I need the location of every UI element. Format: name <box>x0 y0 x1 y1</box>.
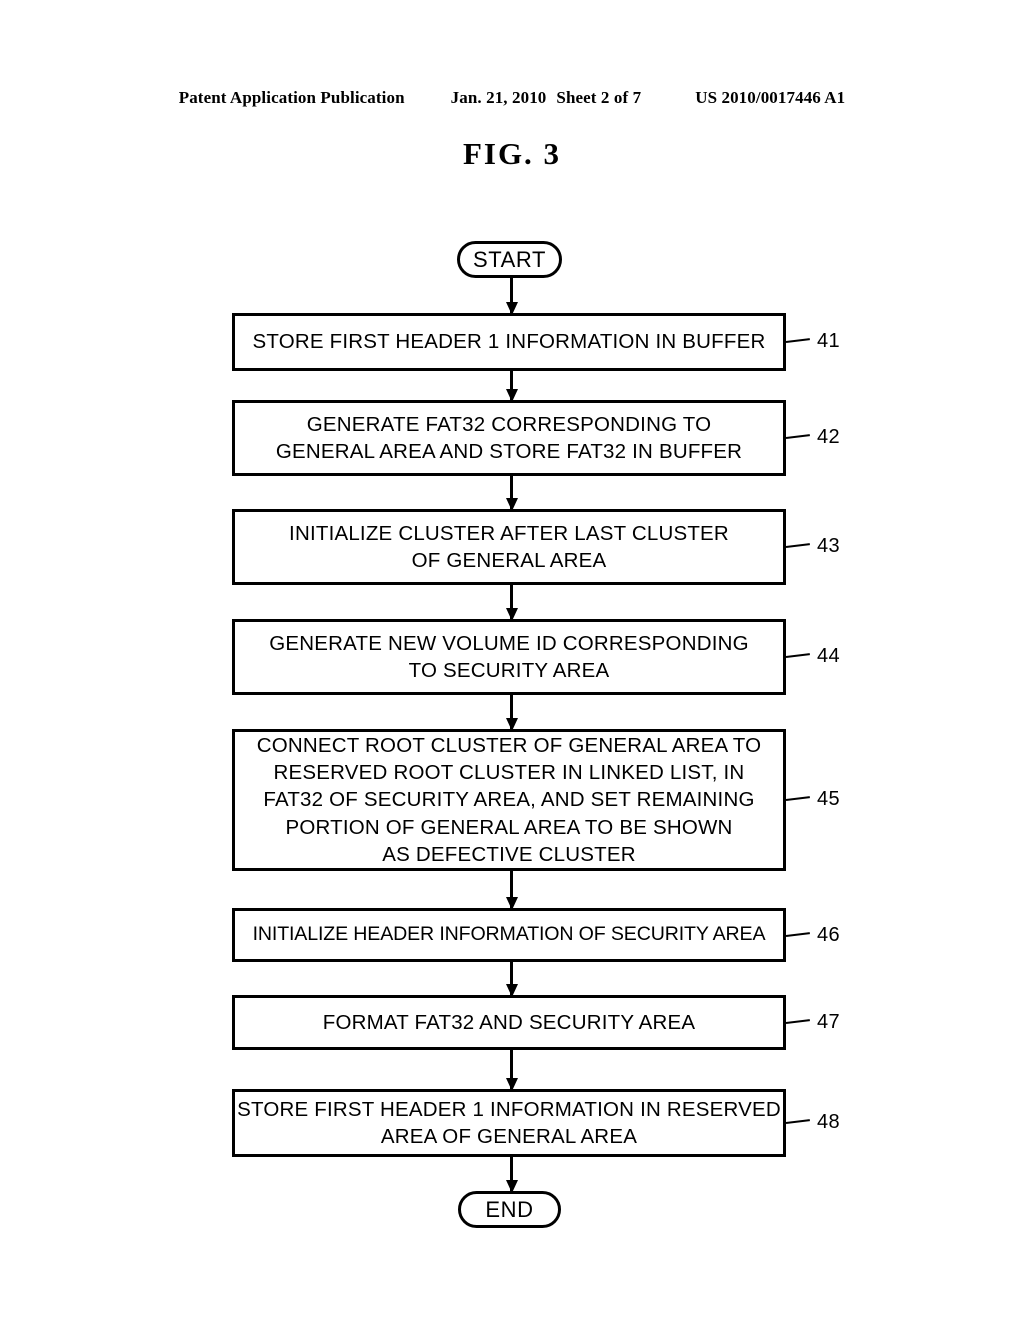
flow-terminator-start: START <box>457 241 562 278</box>
flow-arrow-start-to-41 <box>510 278 513 314</box>
flow-arrow-43-to-44 <box>510 585 513 620</box>
flow-ref-number-48: 48 <box>817 1111 841 1133</box>
flow-ref-number-44: 44 <box>817 645 841 667</box>
flow-arrow-44-to-45 <box>510 695 513 730</box>
flow-step-45: CONNECT ROOT CLUSTER OF GENERAL AREA TO … <box>232 729 786 871</box>
flow-step-43: INITIALIZE CLUSTER AFTER LAST CLUSTER OF… <box>232 509 786 585</box>
flow-arrow-41-to-42 <box>510 371 513 401</box>
leader-line-icon <box>785 543 810 548</box>
leader-line-icon <box>785 932 810 937</box>
leader-line-icon <box>785 796 810 801</box>
flow-step-46: INITIALIZE HEADER INFORMATION OF SECURIT… <box>232 908 786 962</box>
leader-line-icon <box>785 1119 810 1124</box>
flow-step-41: STORE FIRST HEADER 1 INFORMATION IN BUFF… <box>232 313 786 371</box>
flow-arrow-42-to-43 <box>510 476 513 510</box>
flow-arrow-46-to-47 <box>510 962 513 996</box>
flow-arrow-45-to-46 <box>510 871 513 909</box>
flow-arrow-47-to-48 <box>510 1050 513 1090</box>
flow-step-42: GENERATE FAT32 CORRESPONDING TO GENERAL … <box>232 400 786 476</box>
leader-line-icon <box>785 434 810 439</box>
leader-line-icon <box>785 338 810 343</box>
flow-ref-number-47: 47 <box>817 1011 841 1033</box>
flow-ref-number-46: 46 <box>817 924 841 946</box>
leader-line-icon <box>785 1019 810 1024</box>
flow-ref-number-45: 45 <box>817 788 841 810</box>
flow-step-47: FORMAT FAT32 AND SECURITY AREA <box>232 995 786 1050</box>
flow-ref-number-43: 43 <box>817 535 841 557</box>
flowchart-diagram: START STORE FIRST HEADER 1 INFORMATION I… <box>0 0 1024 1320</box>
flow-ref-number-41: 41 <box>817 330 841 352</box>
flow-ref-number-42: 42 <box>817 426 841 448</box>
flow-step-44: GENERATE NEW VOLUME ID CORRESPONDING TO … <box>232 619 786 695</box>
leader-line-icon <box>785 653 810 658</box>
flow-terminator-end: END <box>458 1191 561 1228</box>
flow-step-48: STORE FIRST HEADER 1 INFORMATION IN RESE… <box>232 1089 786 1157</box>
flow-arrow-48-to-end <box>510 1157 513 1192</box>
